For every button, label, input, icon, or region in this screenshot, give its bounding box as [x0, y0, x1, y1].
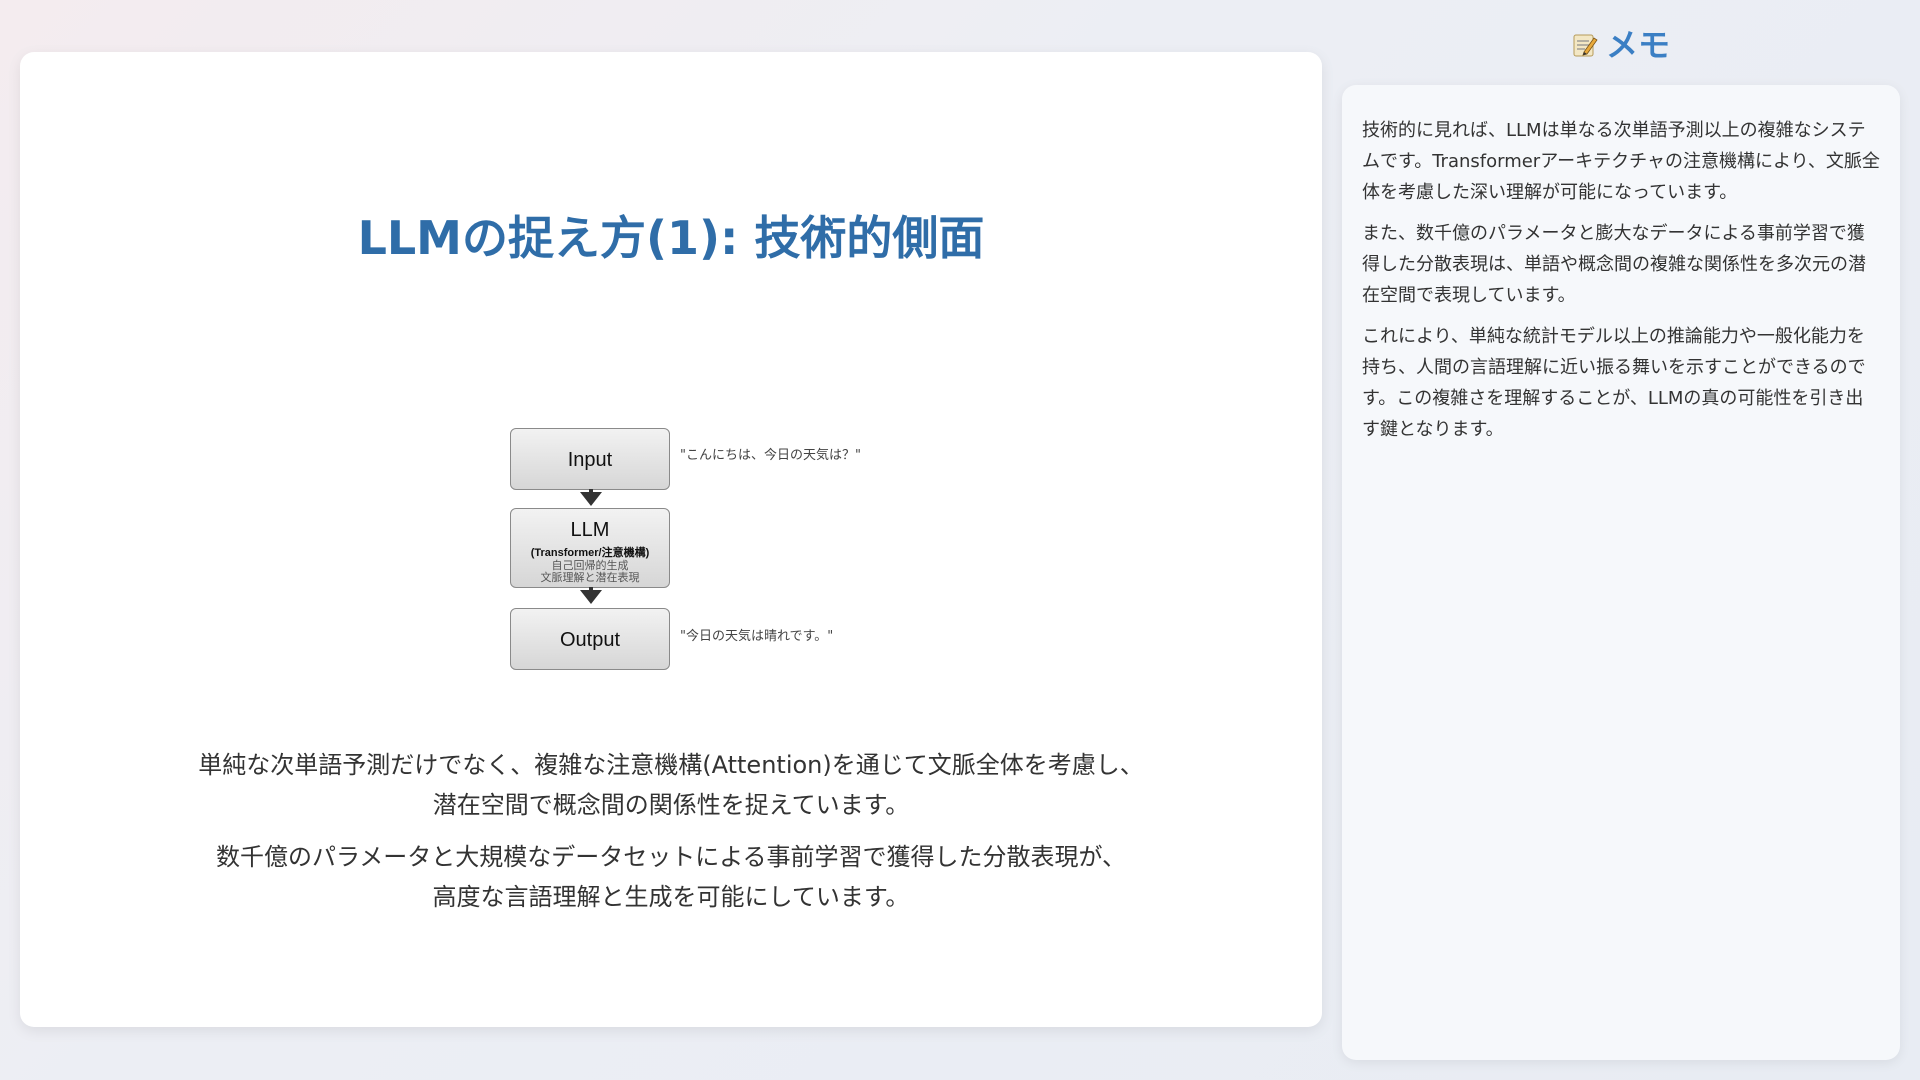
slide-panel: LLMの捉え方(1): 技術的側面 Input "こんにちは、今日の天気は？" …: [20, 52, 1322, 1027]
memo-panel[interactable]: 技術的に見れば、LLMは単なる次単語予測以上の複雑なシステムです。Transfo…: [1342, 85, 1900, 1060]
paragraph-line: 潜在空間で概念間の関係性を捉えています。: [432, 791, 910, 819]
memo-paragraph: 技術的に見れば、LLMは単なる次単語予測以上の複雑なシステムです。Transfo…: [1362, 120, 1880, 203]
input-node-label: Input: [567, 449, 613, 471]
diagram-llm-node: LLM (Transformer/注意機構) 自己回帰的生成 文脈理解と潜在表現: [510, 508, 670, 588]
memo-title-text: メモ: [1605, 26, 1670, 64]
diagram-input-node: Input: [510, 428, 670, 490]
llm-node-note: 文脈理解と潜在表現: [540, 572, 640, 584]
output-node-label: Output: [559, 629, 621, 651]
paragraph-line: 高度な言語理解と生成を可能にしています。: [432, 883, 910, 911]
diagram-output-node: Output: [510, 608, 670, 670]
slide-title: LLMの捉え方(1): 技術的側面: [357, 211, 985, 265]
llm-node-subtitle: (Transformer/注意機構): [530, 547, 650, 559]
llm-node-note: 自己回帰的生成: [551, 560, 629, 572]
memo-header: メモ: [1342, 20, 1900, 66]
paragraph-line: 数千億のパラメータと大規模なデータセットによる事前学習で獲得した分散表現が、: [215, 843, 1127, 871]
paragraph-line: 単純な次単語予測だけでなく、複雑な注意機構(Attention)を通じて文脈全体…: [198, 751, 1144, 779]
output-example-quote: "今日の天気は晴れです。": [680, 629, 834, 644]
slide-paragraph: 数千億のパラメータと大規模なデータセットによる事前学習で獲得した分散表現が、 高…: [20, 837, 1322, 917]
memo-paragraph: これにより、単純な統計モデル以上の推論能力や一般化能力を持ち、人間の言語理解に近…: [1362, 326, 1866, 440]
memo-pencil-icon: [1572, 28, 1598, 57]
arrow-down-icon: [580, 492, 602, 506]
memo-paragraph: また、数千億のパラメータと膨大なデータによる事前学習で獲得した分散表現は、単語や…: [1362, 223, 1866, 306]
input-example-quote: "こんにちは、今日の天気は？": [680, 448, 861, 463]
llm-flow-diagram: Input "こんにちは、今日の天気は？" LLM (Transformer/注…: [490, 372, 1010, 672]
arrow-down-icon: [580, 590, 602, 604]
llm-node-label: LLM: [570, 519, 610, 541]
slide-paragraph: 単純な次単語予測だけでなく、複雑な注意機構(Attention)を通じて文脈全体…: [20, 745, 1322, 825]
